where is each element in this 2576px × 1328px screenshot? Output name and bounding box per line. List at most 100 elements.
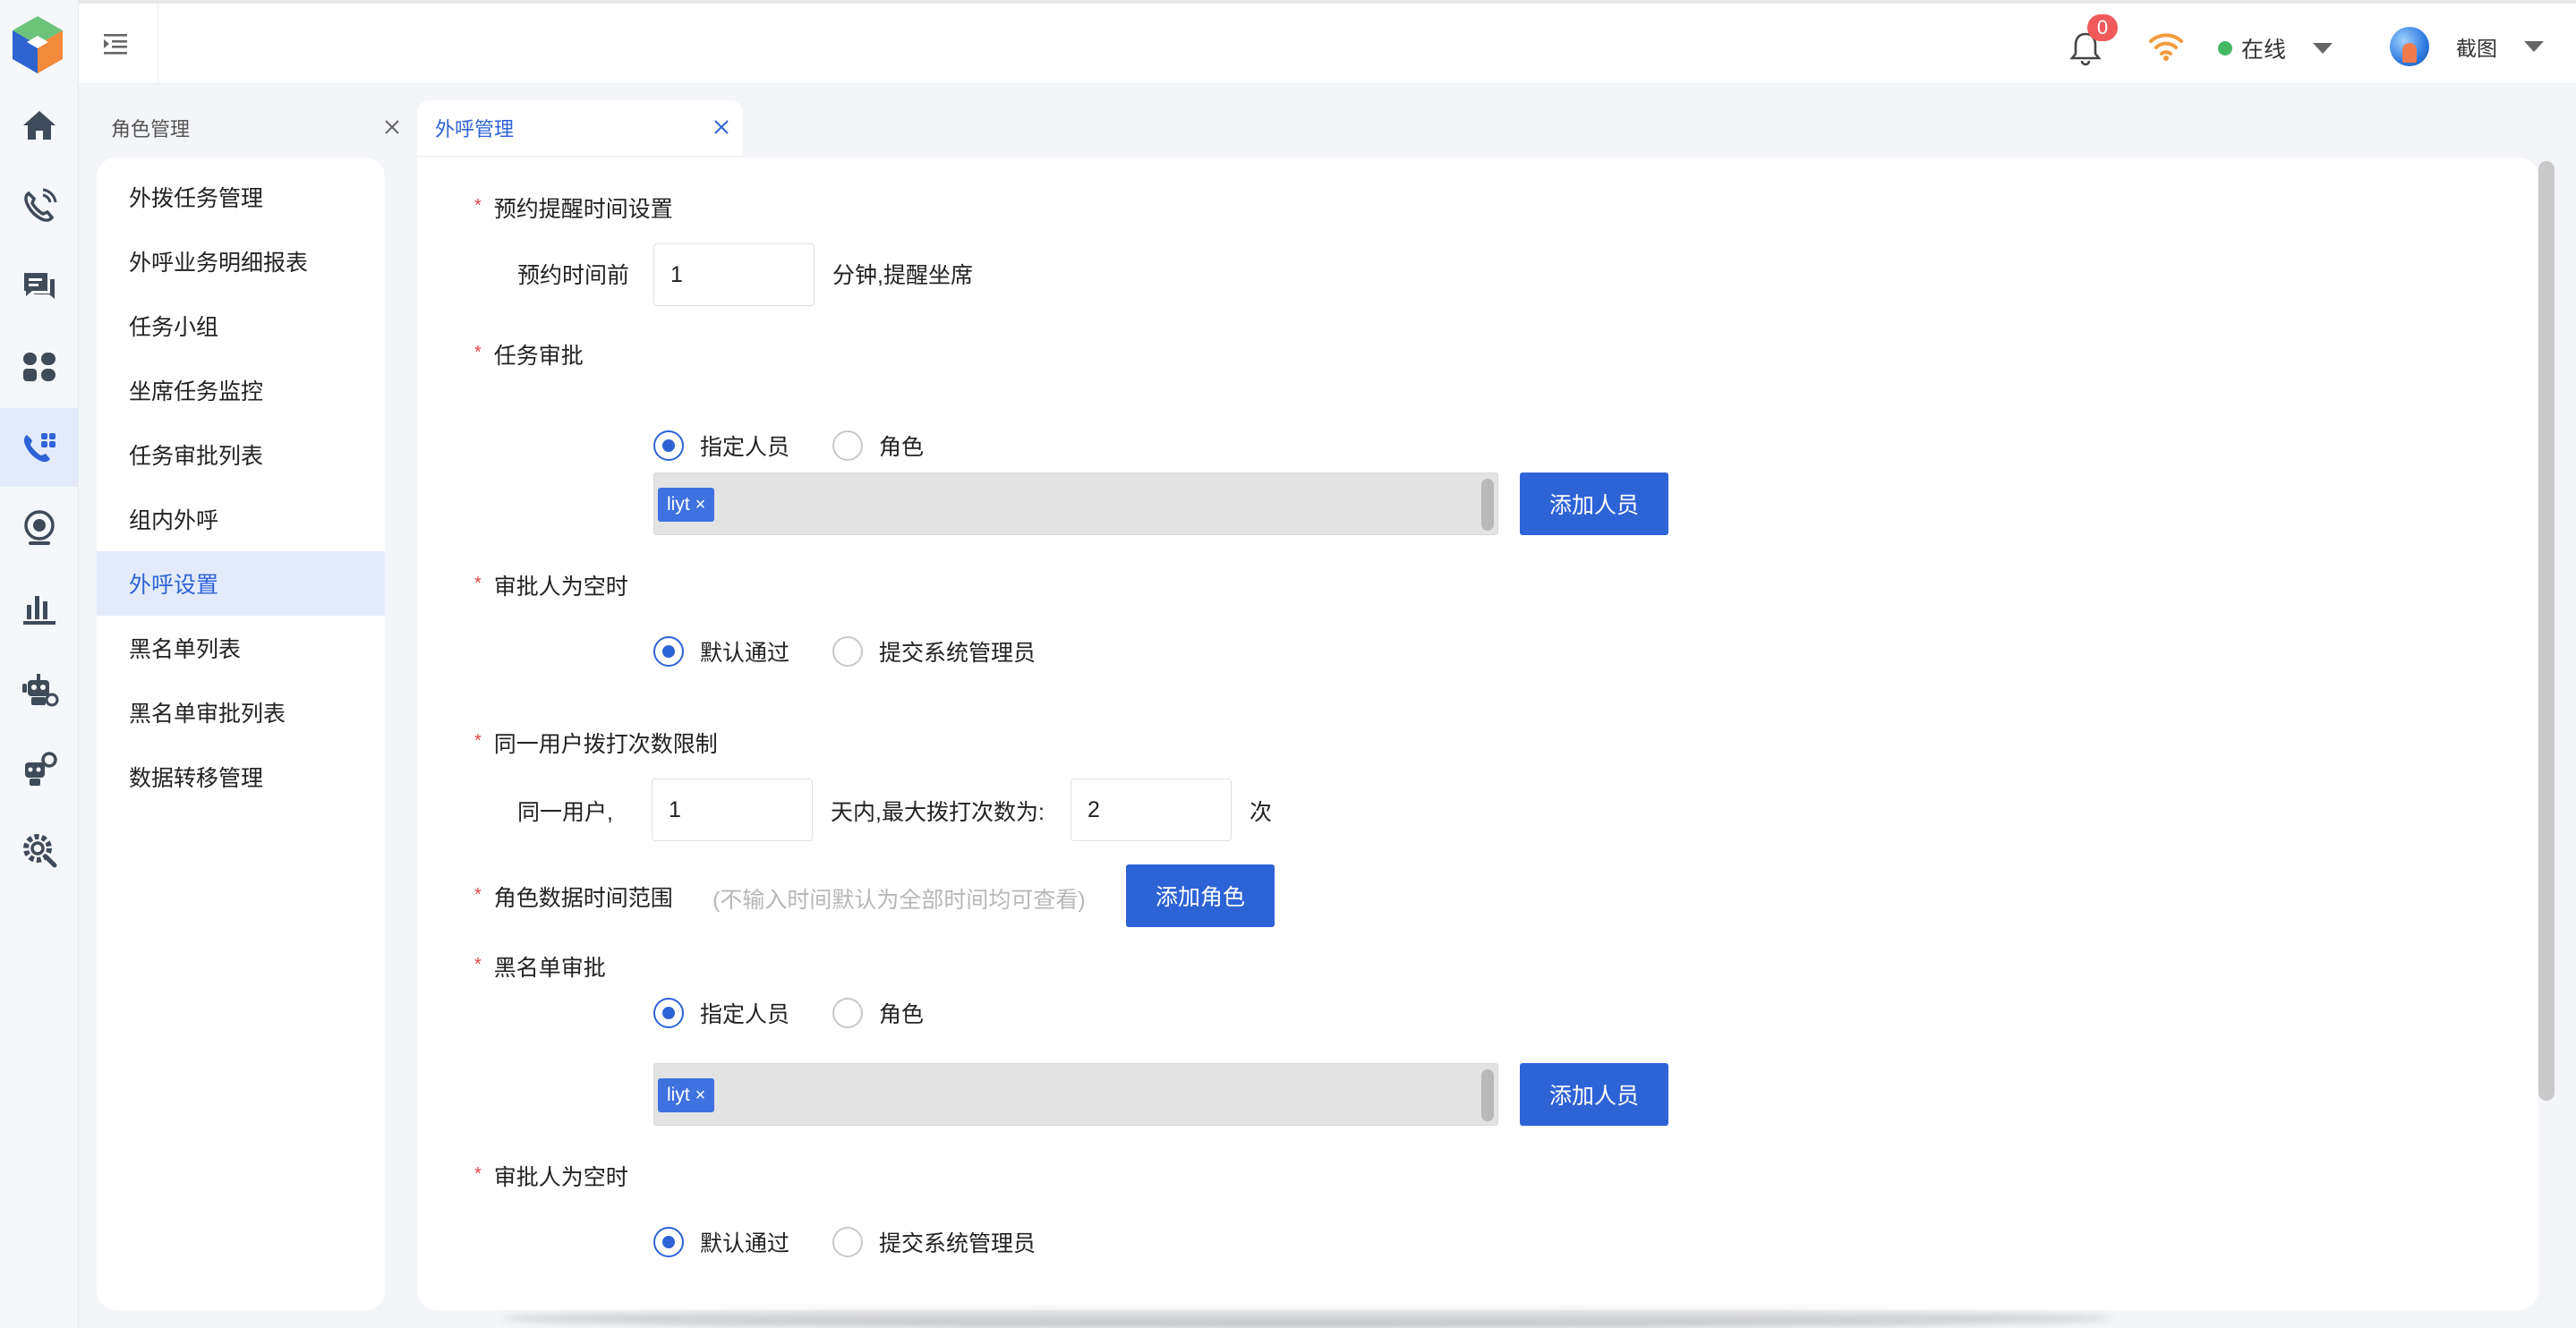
nav-messages[interactable] <box>0 247 79 326</box>
tag-close-icon[interactable]: × <box>695 1085 706 1106</box>
close-icon[interactable] <box>711 116 732 138</box>
subnav-item-blacklist[interactable]: 黑名单列表 <box>97 616 385 680</box>
status-label: 在线 <box>2241 38 2287 63</box>
camera-icon <box>24 510 55 545</box>
dial-limit-middle: 天内,最大拨打次数为: <box>831 800 1045 825</box>
radio-submit-admin[interactable]: 提交系统管理员 <box>832 635 1036 668</box>
nav-system-settings[interactable] <box>0 811 79 890</box>
nav-robot-settings[interactable] <box>0 730 79 809</box>
task-approval-radio-group: 指定人员 角色 <box>653 430 967 462</box>
section-title-text: 任务审批 <box>493 344 584 369</box>
approver-empty-radio-group: 默认通过 提交系统管理员 <box>653 1226 1079 1258</box>
radio-label: 提交系统管理员 <box>879 1231 1036 1256</box>
radio-label: 角色 <box>879 1002 925 1027</box>
page-scrollbar[interactable] <box>2538 161 2555 1101</box>
menu-collapse-icon[interactable] <box>102 30 129 57</box>
radio-specified-person[interactable]: 指定人员 <box>653 430 789 462</box>
section-title-text: 审批人为空时 <box>493 1165 628 1190</box>
radio-role[interactable]: 角色 <box>832 430 924 462</box>
tag-label: liyt <box>667 1085 690 1105</box>
radio-indicator <box>653 636 684 667</box>
tab-label: 外呼管理 <box>435 118 515 140</box>
approver-empty-radio-group: 默认通过 提交系统管理员 <box>653 635 1079 668</box>
top-header: 0 在线 截图 <box>79 0 2576 84</box>
required-marker: * <box>474 1163 482 1184</box>
radio-submit-admin[interactable]: 提交系统管理员 <box>832 1226 1036 1258</box>
nav-monitor[interactable] <box>0 489 79 567</box>
subnav-item-approval-list[interactable]: 任务审批列表 <box>97 422 385 487</box>
tagbox-scrollbar[interactable] <box>1481 479 1494 531</box>
subnav-item-data-transfer[interactable]: 数据转移管理 <box>97 745 385 809</box>
subnav-item-task-groups[interactable]: 任务小组 <box>97 294 385 358</box>
notification-badge: 0 <box>2087 14 2118 41</box>
subnav-item-group-outbound[interactable]: 组内外呼 <box>97 487 385 551</box>
user-tag[interactable]: liyt × <box>658 1078 715 1112</box>
radio-label: 默认通过 <box>700 641 790 666</box>
nav-outbound[interactable] <box>0 408 79 487</box>
user-tag[interactable]: liyt × <box>658 488 715 522</box>
tag-close-icon[interactable]: × <box>695 495 706 515</box>
app-logo-icon <box>13 16 63 73</box>
sub-navigation: 外拨任务管理 外呼业务明细报表 任务小组 坐席任务监控 任务审批列表 组内外呼 … <box>97 157 385 1310</box>
subnav-item-blacklist-approval[interactable]: 黑名单审批列表 <box>97 680 385 745</box>
role-time-range-hint: (不输入时间默认为全部时间均可查看) <box>712 888 1086 913</box>
add-role-button[interactable]: 添加角色 <box>1126 864 1275 927</box>
subnav-item-outbound-tasks[interactable]: 外拨任务管理 <box>97 165 385 229</box>
radio-label: 默认通过 <box>700 1231 790 1256</box>
radio-label: 提交系统管理员 <box>879 641 1036 666</box>
role-time-range-section-title: * 角色数据时间范围 <box>474 881 673 913</box>
close-icon[interactable] <box>381 116 403 138</box>
approver-empty-section-title: * 审批人为空时 <box>474 569 628 601</box>
section-title-text: 同一用户拨打次数限制 <box>493 732 718 757</box>
required-marker: * <box>474 195 482 216</box>
blacklist-approval-radio-group: 指定人员 角色 <box>653 997 967 1029</box>
required-marker: * <box>474 342 482 362</box>
nav-apps[interactable] <box>0 328 79 406</box>
radio-indicator <box>653 1227 684 1257</box>
nav-reports[interactable] <box>0 569 79 648</box>
tab-label: 角色管理 <box>111 118 191 140</box>
dial-limit-suffix: 次 <box>1250 800 1273 825</box>
section-title-text: 黑名单审批 <box>493 956 606 981</box>
radio-role[interactable]: 角色 <box>832 997 924 1029</box>
chevron-down-icon <box>2313 43 2333 54</box>
reminder-suffix: 分钟,提醒坐席 <box>832 263 973 288</box>
required-marker: * <box>474 954 482 975</box>
section-title-text: 角色数据时间范围 <box>493 886 673 911</box>
nav-robot[interactable] <box>0 650 79 728</box>
blacklist-approval-tag-input[interactable]: liyt × <box>653 1063 1498 1126</box>
blacklist-approval-section-title: * 黑名单审批 <box>474 950 606 983</box>
section-title-text: 预约提醒时间设置 <box>493 197 673 222</box>
nav-home[interactable] <box>0 86 79 165</box>
radio-specified-person[interactable]: 指定人员 <box>653 997 789 1029</box>
add-person-button[interactable]: 添加人员 <box>1520 1063 1668 1126</box>
dial-max-input[interactable]: 2 <box>1070 779 1232 841</box>
tagbox-scrollbar[interactable] <box>1481 1069 1494 1121</box>
bar-chart-icon <box>23 596 55 625</box>
dial-limit-prefix: 同一用户, <box>517 800 613 825</box>
robot-icon <box>22 674 59 707</box>
nav-calls[interactable] <box>0 166 79 245</box>
tab-outbound-management[interactable]: 外呼管理 <box>417 100 743 156</box>
online-dot <box>2218 41 2232 55</box>
user-menu[interactable]: 截图 <box>2390 27 2544 66</box>
radio-indicator <box>653 998 684 1028</box>
tab-role-management[interactable]: 角色管理 <box>98 100 414 156</box>
settings-gear-icon <box>23 834 57 868</box>
chat-icon <box>24 273 55 299</box>
subnav-item-agent-monitor[interactable]: 坐席任务监控 <box>97 358 385 422</box>
radio-default-pass[interactable]: 默认通过 <box>653 1226 789 1258</box>
task-approval-tag-input[interactable]: liyt × <box>653 472 1498 535</box>
subnav-item-business-report[interactable]: 外呼业务明细报表 <box>97 229 385 294</box>
task-approval-section-title: * 任务审批 <box>474 338 584 370</box>
reminder-minutes-input[interactable]: 1 <box>653 243 815 306</box>
dial-days-input[interactable]: 1 <box>652 779 813 841</box>
reminder-prefix: 预约时间前 <box>517 263 630 288</box>
radio-default-pass[interactable]: 默认通过 <box>653 635 789 668</box>
outbound-call-icon <box>23 433 55 463</box>
online-status-dropdown[interactable]: 在线 <box>2218 32 2333 64</box>
subnav-item-outbound-settings[interactable]: 外呼设置 <box>97 551 385 616</box>
radio-indicator <box>832 1227 864 1257</box>
radio-label: 指定人员 <box>700 1002 790 1027</box>
add-person-button[interactable]: 添加人员 <box>1520 472 1668 535</box>
